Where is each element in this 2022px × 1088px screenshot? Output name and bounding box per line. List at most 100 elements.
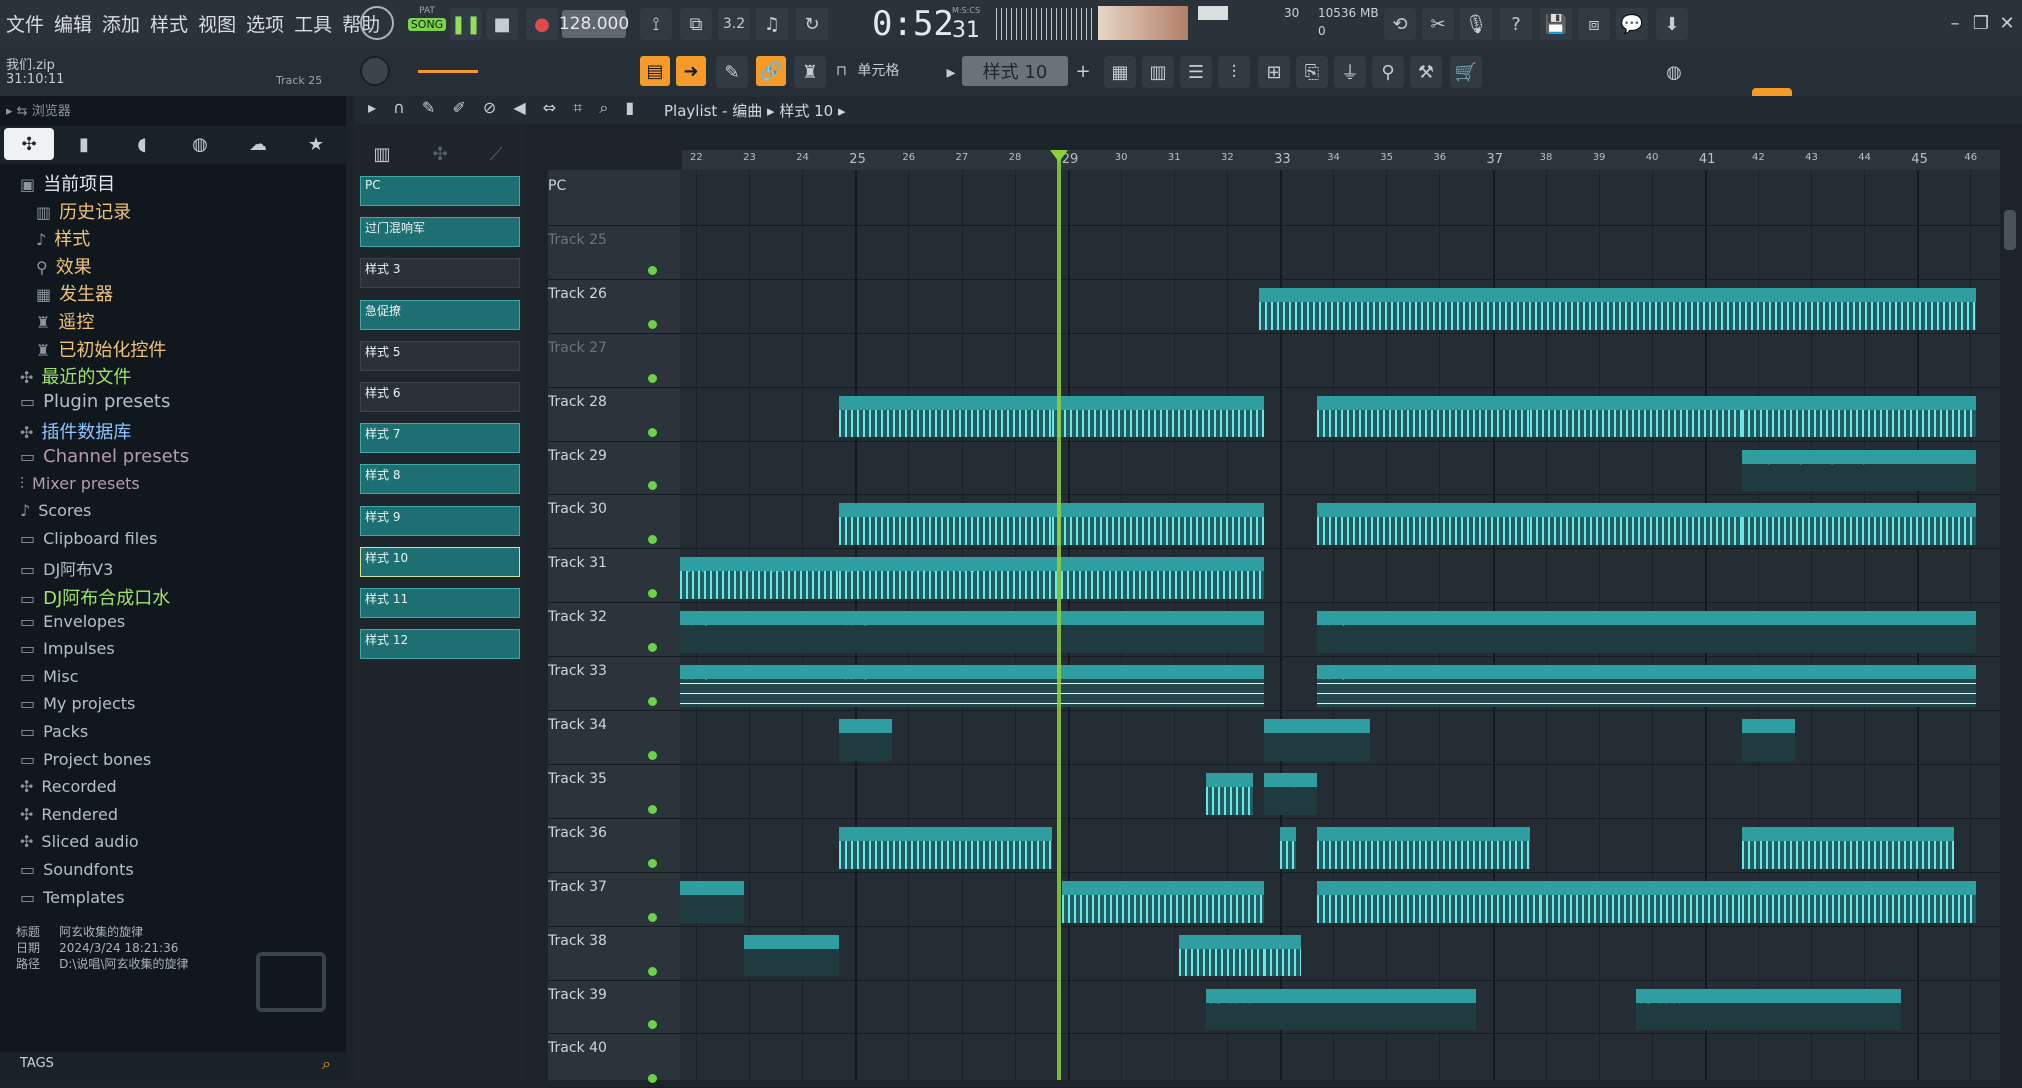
- sidebar-item[interactable]: ▭ Templates: [20, 888, 124, 907]
- sidebar-item[interactable]: ▭ My projects: [20, 694, 135, 713]
- track-mute-button[interactable]: [648, 858, 657, 868]
- pattern-item[interactable]: 样式 6: [360, 382, 520, 412]
- recorder-icon[interactable]: ⚲: [1372, 56, 1404, 88]
- sidebar-item[interactable]: ✣ Rendered: [20, 805, 118, 824]
- pat-song-toggle[interactable]: PAT SONG: [408, 6, 446, 42]
- playlist-clip[interactable]: VFX1 Uplifter 029: [1062, 880, 1265, 923]
- undo-icon[interactable]: ⟲: [1384, 8, 1416, 40]
- playlist-clip[interactable]: VMH2 Crash 024: [839, 826, 1052, 869]
- snap-select[interactable]: ⊓ 单元格: [836, 60, 936, 84]
- playlist-clip[interactable]: 急 撩 急 撩 急 撩 急 撩: [1742, 449, 1976, 492]
- search-icon[interactable]: ⌕: [322, 1054, 331, 1074]
- pattern-item[interactable]: 样式 9: [360, 505, 520, 536]
- close-icon[interactable]: ✕: [1996, 12, 2018, 34]
- sidebar-item[interactable]: ▥ 历史记录: [36, 198, 131, 224]
- playlist-clip[interactable]: VDE 128BPM Cutter Drums 1: [839, 395, 1052, 438]
- track-name[interactable]: Track 36: [548, 825, 607, 841]
- sidebar-item[interactable]: ▭ Envelopes: [20, 612, 125, 631]
- countdown-icon[interactable]: 3.2: [718, 8, 750, 40]
- pattern-item[interactable]: 急促撩: [360, 299, 520, 330]
- track-name[interactable]: Track 32: [548, 609, 607, 625]
- playlist-clip[interactable]: VMH2 Crash 024: [1317, 826, 1530, 869]
- track-mute-button[interactable]: [648, 427, 657, 437]
- wait-input-icon[interactable]: ⧉: [680, 8, 712, 40]
- sidebar-item[interactable]: ▦ 发生器: [36, 280, 113, 306]
- track-name[interactable]: Track 29: [548, 448, 607, 464]
- playlist-clip[interactable]: V..4: [1264, 934, 1302, 977]
- tab-plugins-icon[interactable]: ◖: [126, 128, 158, 160]
- menu-file[interactable]: 文件: [6, 10, 44, 37]
- playlist-clip[interactable]: 样式 7: [680, 665, 840, 707]
- pattern-item[interactable]: 样式 11: [360, 588, 520, 618]
- playlist-clip[interactable]: [1280, 826, 1296, 869]
- link-icon[interactable]: 🔗: [756, 56, 786, 86]
- help-icon[interactable]: ?: [1500, 8, 1532, 40]
- picker-auto-icon[interactable]: ⟋: [484, 142, 508, 166]
- sidebar-item[interactable]: ▭ DJ阿布合成口水: [20, 584, 170, 610]
- tab-online-icon[interactable]: ◍: [184, 128, 216, 160]
- download-icon[interactable]: ⬇: [1656, 8, 1688, 40]
- track-name[interactable]: Track 35: [548, 771, 607, 787]
- track-mute-button[interactable]: [648, 319, 657, 329]
- sidebar-item[interactable]: ♪ 样式: [36, 225, 90, 251]
- channel-rack-icon[interactable]: ☰: [1180, 56, 1212, 88]
- track-name[interactable]: Track 40: [548, 1040, 607, 1056]
- track-name[interactable]: Track 31: [548, 555, 607, 571]
- add-pattern-button[interactable]: +: [1072, 58, 1094, 84]
- playlist-clip[interactable]: VDE 128BPM Economic Drums 6: [839, 503, 1052, 546]
- playlist-clip[interactable]: 样式 11: [1317, 611, 1976, 654]
- tempo-display[interactable]: 128.000: [559, 10, 629, 38]
- connect-icon[interactable]: ⊞: [1258, 56, 1290, 88]
- arrow-tool-button[interactable]: ➜: [676, 56, 706, 86]
- sidebar-item[interactable]: ⚲ 效果: [36, 253, 92, 279]
- playlist-clip[interactable]: PC: [1264, 719, 1318, 761]
- mic-icon[interactable]: 🎙: [1460, 8, 1492, 40]
- mixer-icon[interactable]: ⫶: [1218, 56, 1250, 88]
- track-name[interactable]: Track 39: [548, 987, 607, 1003]
- playlist-clip[interactable]: PC: [1742, 719, 1796, 761]
- playlist-clip[interactable]: 乐柠组合 - 我们 (原唱版)-人声: [839, 557, 1265, 600]
- picker-audio-icon[interactable]: ✣: [428, 142, 452, 166]
- pattern-selector[interactable]: 样式 10: [962, 56, 1068, 86]
- sidebar-item[interactable]: ▭ Plugin presets: [20, 391, 170, 412]
- cart-icon[interactable]: 🛒: [1450, 56, 1482, 88]
- restore-icon[interactable]: ❐: [1970, 12, 1992, 34]
- sidebar-item[interactable]: ▭ Channel presets: [20, 446, 189, 467]
- minimize-icon[interactable]: –: [1944, 12, 1966, 34]
- export-icon[interactable]: ⧈: [1578, 8, 1610, 40]
- playlist-clip[interactable]: VDE 128BPM Cutter Drums 1: [1529, 395, 1742, 438]
- folder-add-icon[interactable]: [256, 952, 326, 1012]
- tab-favorites-icon[interactable]: ★: [300, 128, 332, 160]
- playlist-clip[interactable]: 过..军: [1264, 772, 1318, 815]
- playlist-clip[interactable]: VMH2 FX Sounds 072: [1742, 880, 1976, 923]
- track-mute-button[interactable]: [648, 750, 657, 760]
- track-mute-button[interactable]: [648, 697, 657, 706]
- sidebar-item[interactable]: ▭ Project bones: [20, 750, 151, 769]
- playlist-clip[interactable]: 样式 12: [1317, 665, 1976, 707]
- playlist-clip[interactable]: VDE 128BPM Cutter Drums 1: [1742, 395, 1976, 438]
- track-name[interactable]: Track 34: [548, 717, 607, 733]
- menu-view[interactable]: 视图: [198, 10, 236, 37]
- track-name[interactable]: Track 25: [548, 232, 607, 248]
- playlist-clip[interactable]: 乐柠组合 - 原唱版)-人声: [680, 557, 840, 600]
- playlist-clip[interactable]: 样式 8: [839, 665, 1265, 707]
- track-name[interactable]: Track 28: [548, 394, 607, 410]
- track-name[interactable]: Track 33: [548, 663, 607, 679]
- loop-record-icon[interactable]: ↻: [796, 8, 828, 40]
- track-mute-button[interactable]: [648, 1074, 657, 1084]
- overview-strip[interactable]: [682, 124, 2000, 146]
- v-scrollbar[interactable]: [2004, 210, 2016, 250]
- playlist-clip[interactable]: VEE3..er 04: [1179, 934, 1265, 977]
- sidebar-item[interactable]: ♜ 遥控: [36, 308, 94, 334]
- playlist-clip[interactable]: VMH..072: [680, 880, 744, 923]
- playlist-window-icon[interactable]: ▦: [1104, 56, 1136, 88]
- sidebar-item[interactable]: ✣ Recorded: [20, 777, 117, 796]
- playlist-clip[interactable]: VDE 128BPM Economic Drums 6: [1742, 503, 1976, 546]
- step-edit-icon[interactable]: ♫: [756, 8, 788, 40]
- pause-button[interactable]: ❚❚: [450, 8, 482, 40]
- pattern-item[interactable]: 样式 5: [360, 340, 520, 371]
- track-mute-button[interactable]: [648, 373, 657, 383]
- plugin-picker-icon[interactable]: ⎘: [1296, 56, 1328, 88]
- playlist-clip[interactable]: 样式 10: [839, 611, 1265, 654]
- pattern-item[interactable]: 过门混响军: [360, 217, 520, 248]
